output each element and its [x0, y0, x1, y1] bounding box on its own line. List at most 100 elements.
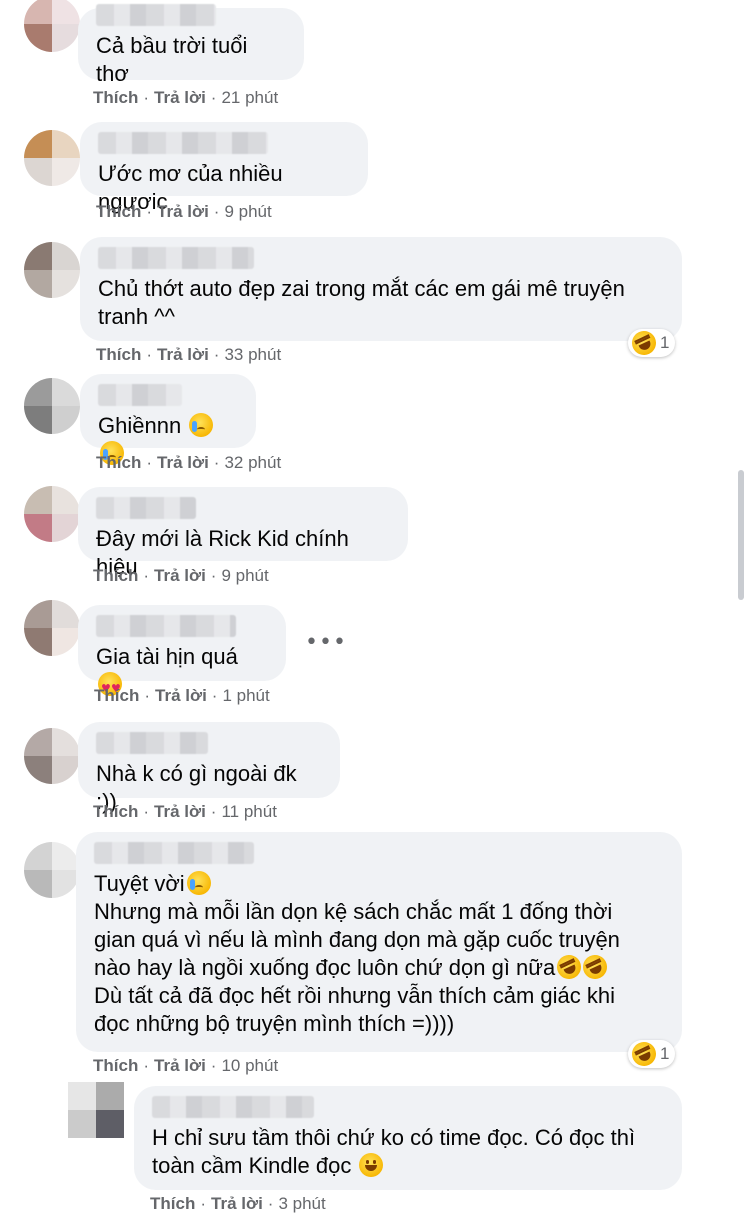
comment-text-line-1: Tuyệt vời	[94, 871, 185, 896]
comment-bubble: Ghiềnnn	[80, 374, 256, 465]
rofl-emoji-icon	[553, 951, 586, 983]
timestamp[interactable]: 1 phút	[222, 686, 269, 705]
like-button[interactable]: Thích	[94, 686, 139, 705]
author-name[interactable]	[98, 132, 268, 154]
author-name[interactable]	[98, 247, 254, 269]
separator: ·	[143, 88, 150, 107]
comment-bubble: Gia tài hịn quá	[78, 605, 286, 703]
author-name[interactable]	[96, 497, 196, 519]
comment-actions: Thích · Trả lời · 11 phút	[93, 802, 277, 822]
comment-bubble: Tuyệt vời Nhưng mà mỗi lần dọn kệ sách c…	[76, 832, 682, 1052]
comment-actions: Thích · Trả lời · 9 phút	[93, 566, 269, 586]
author-name[interactable]	[96, 732, 208, 754]
separator: ·	[143, 566, 150, 585]
comment-text-line-3: Dù tất cả đã đọc hết rồi nhưng vẫn thích…	[94, 983, 616, 1036]
author-name[interactable]	[98, 384, 182, 406]
timestamp[interactable]: 11 phút	[221, 802, 276, 821]
comment-bubble: H chỉ sưu tầm thôi chứ ko có time đọc. C…	[134, 1086, 682, 1190]
separator: ·	[143, 1056, 150, 1075]
timestamp[interactable]: 10 phút	[221, 1056, 278, 1075]
comment-actions: Thích · Trả lời · 9 phút	[96, 202, 272, 222]
separator: ·	[210, 1056, 217, 1075]
comment-text: H chỉ sưu tầm thôi chứ ko có time đọc. C…	[152, 1124, 664, 1180]
author-name[interactable]	[94, 842, 254, 864]
reply-button[interactable]: Trả lời	[157, 345, 209, 364]
separator: ·	[267, 1194, 274, 1213]
reaction-count: 1	[660, 333, 670, 352]
comment-text: Cả bầu trời tuổi thơ	[96, 33, 254, 86]
author-name[interactable]	[96, 4, 216, 26]
like-button[interactable]: Thích	[93, 802, 138, 821]
like-button[interactable]: Thích	[93, 88, 138, 107]
separator: ·	[210, 566, 217, 585]
comment-bubble: Ước mơ của nhiều ngươic	[80, 122, 368, 214]
reply-button[interactable]: Trả lời	[155, 686, 207, 705]
separator: ·	[210, 802, 217, 821]
like-button[interactable]: Thích	[96, 345, 141, 364]
avatar[interactable]	[24, 0, 80, 52]
timestamp[interactable]: 3 phút	[278, 1194, 325, 1213]
comment-bubble: Nhà k có gì ngoài đk :))	[78, 722, 340, 814]
reaction-count: 1	[660, 1044, 670, 1063]
comment-text-content: Ghiềnnn	[98, 413, 182, 438]
separator: ·	[210, 88, 217, 107]
timestamp[interactable]: 9 phút	[224, 202, 271, 221]
avatar[interactable]	[24, 130, 80, 186]
comment-actions: Thích · Trả lời · 32 phút	[96, 453, 281, 473]
reply-button[interactable]: Trả lời	[154, 1056, 206, 1075]
crying-emoji-icon	[189, 413, 214, 437]
reply-button[interactable]: Trả lời	[157, 202, 209, 221]
separator: ·	[213, 202, 220, 221]
comment-text: Chủ thớt auto đẹp zai trong mắt các em g…	[98, 276, 625, 329]
reply-button[interactable]: Trả lời	[154, 88, 206, 107]
separator: ·	[211, 686, 218, 705]
comment-text-content: Gia tài hịn quá	[96, 644, 238, 669]
separator: ·	[146, 345, 153, 364]
comment-text-content: H chỉ sưu tầm thôi chứ ko có time đọc. C…	[152, 1125, 636, 1178]
comment-actions: Thích · Trả lời · 3 phút	[150, 1194, 326, 1214]
avatar[interactable]	[24, 242, 80, 298]
separator: ·	[213, 453, 220, 472]
crying-emoji-icon	[186, 871, 211, 895]
laugh-emoji-icon	[628, 1038, 660, 1070]
like-button[interactable]: Thích	[150, 1194, 195, 1213]
timestamp[interactable]: 32 phút	[224, 453, 281, 472]
avatar[interactable]	[68, 1082, 124, 1138]
like-button[interactable]: Thích	[96, 202, 141, 221]
avatar[interactable]	[24, 842, 80, 898]
comment-actions: Thích · Trả lời · 10 phút	[93, 1056, 278, 1076]
more-options-icon[interactable]: •••	[305, 630, 347, 655]
separator: ·	[143, 802, 150, 821]
comment-bubble: Cả bầu trời tuổi thơ	[78, 4, 304, 86]
timestamp[interactable]: 33 phút	[224, 345, 281, 364]
reply-button[interactable]: Trả lời	[154, 566, 206, 585]
comment-bubble: Chủ thớt auto đẹp zai trong mắt các em g…	[80, 237, 682, 341]
reaction-badge[interactable]: 1	[628, 327, 676, 359]
scrollbar[interactable]	[738, 470, 744, 600]
separator: ·	[144, 686, 151, 705]
separator: ·	[213, 345, 220, 364]
timestamp[interactable]: 9 phút	[221, 566, 268, 585]
author-name[interactable]	[152, 1096, 314, 1118]
avatar[interactable]	[24, 600, 80, 656]
author-name[interactable]	[96, 615, 236, 637]
reply-button[interactable]: Trả lời	[157, 453, 209, 472]
rofl-emoji-icon	[579, 951, 612, 983]
like-button[interactable]: Thích	[93, 566, 138, 585]
avatar[interactable]	[24, 486, 80, 542]
reply-button[interactable]: Trả lời	[211, 1194, 263, 1213]
comment-actions: Thích · Trả lời · 33 phút	[96, 345, 281, 365]
like-button[interactable]: Thích	[93, 1056, 138, 1075]
comment-bubble: Đây mới là Rick Kid chính hiệu	[78, 487, 408, 579]
reply-button[interactable]: Trả lời	[154, 802, 206, 821]
like-button[interactable]: Thích	[96, 453, 141, 472]
laugh-emoji-icon	[628, 327, 660, 359]
timestamp[interactable]: 21 phút	[221, 88, 278, 107]
separator: ·	[146, 202, 153, 221]
reaction-badge[interactable]: 1	[628, 1038, 676, 1070]
comment-actions: Thích · Trả lời · 21 phút	[93, 88, 278, 108]
comment-text: Tuyệt vời Nhưng mà mỗi lần dọn kệ sách c…	[94, 870, 664, 1038]
avatar[interactable]	[24, 728, 80, 784]
avatar[interactable]	[24, 378, 80, 434]
grinning-emoji-icon	[359, 1153, 384, 1177]
